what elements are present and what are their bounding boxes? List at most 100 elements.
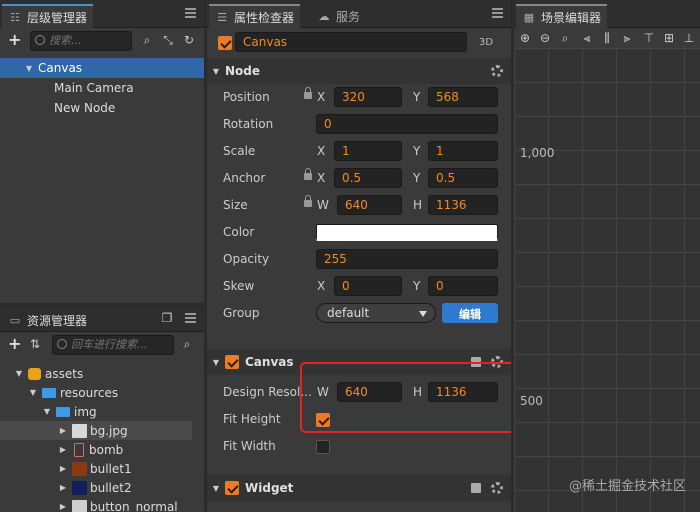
asset-assets[interactable]: ▼ assets: [0, 364, 204, 383]
assets-search[interactable]: [52, 335, 174, 355]
zoom-in-icon[interactable]: ⊕: [518, 31, 532, 45]
align-top-icon[interactable]: ⊤: [642, 31, 656, 45]
caret-down-icon[interactable]: ▼: [28, 388, 38, 397]
position-y-input[interactable]: 568: [428, 87, 498, 107]
zoom-out-icon[interactable]: ⊖: [538, 31, 552, 45]
align-middle-icon[interactable]: ⊞: [662, 31, 676, 45]
asset-label: bullet1: [90, 461, 132, 476]
fit-height-label: Fit Height: [223, 412, 281, 426]
group-select[interactable]: default: [316, 303, 436, 323]
skew-x-input[interactable]: 0: [334, 276, 402, 296]
refresh-icon[interactable]: ↻: [182, 33, 196, 47]
widget-enabled-checkbox[interactable]: [225, 481, 239, 495]
mode-3d-toggle[interactable]: 3D: [479, 37, 493, 48]
asset-bomb[interactable]: ▶ bomb: [0, 440, 204, 459]
position-row: Position X 320 Y 568: [207, 84, 498, 111]
asset-resources[interactable]: ▼ resources: [0, 383, 204, 402]
hierarchy-search[interactable]: [30, 31, 132, 51]
assets-search-input[interactable]: [71, 338, 167, 351]
search-icon[interactable]: ⌕: [180, 337, 194, 351]
size-w-input[interactable]: 640: [337, 195, 402, 215]
tree-node-main-camera[interactable]: Main Camera: [0, 78, 204, 98]
node-section-header[interactable]: ▼ Node: [207, 58, 511, 84]
tab-scene[interactable]: ▦ 场景编辑器: [516, 4, 608, 28]
tab-scene-label: 场景编辑器: [541, 10, 602, 25]
align-right-icon[interactable]: ⫸: [620, 31, 634, 45]
anchor-x-input[interactable]: 0.5: [334, 168, 402, 188]
align-bottom-icon[interactable]: ⊥: [682, 31, 696, 45]
lock-icon[interactable]: [304, 168, 312, 180]
caret-down-icon[interactable]: ▼: [14, 369, 24, 378]
tree-node-canvas[interactable]: ▼ Canvas: [0, 58, 204, 78]
widget-section-header[interactable]: ▼ Widget: [207, 475, 511, 501]
menu-icon[interactable]: [185, 8, 196, 18]
scene-viewport[interactable]: 1,000 500: [514, 48, 700, 512]
skew-y-input[interactable]: 0: [428, 276, 498, 296]
asset-img[interactable]: ▼ img: [0, 402, 204, 421]
caret-down-icon[interactable]: ▼: [24, 64, 34, 73]
edit-group-button[interactable]: 编辑: [442, 303, 498, 323]
asset-bullet1[interactable]: ▶ bullet1: [0, 459, 204, 478]
menu-icon[interactable]: [492, 8, 503, 18]
tab-services-label: 服务: [336, 9, 361, 24]
gear-icon[interactable]: [491, 65, 503, 77]
book-icon[interactable]: [471, 483, 481, 493]
scale-row: Scale X 1 Y 1: [207, 138, 498, 165]
align-center-icon[interactable]: ⫼: [600, 31, 614, 45]
ruler-label-1000: 1,000: [520, 146, 555, 160]
lock-icon[interactable]: [304, 195, 312, 207]
caret-right-icon[interactable]: ▶: [58, 445, 68, 454]
node-active-checkbox[interactable]: [218, 36, 232, 50]
add-asset-button[interactable]: +: [8, 336, 21, 352]
anchor-label: Anchor: [223, 171, 266, 185]
fit-width-checkbox[interactable]: [316, 440, 330, 454]
position-x-input[interactable]: 320: [334, 87, 402, 107]
tree-node-new-node[interactable]: New Node: [0, 98, 204, 118]
rotation-input[interactable]: 0: [316, 114, 498, 134]
lock-icon[interactable]: [304, 87, 312, 99]
tab-inspector[interactable]: ☰ 属性检查器: [209, 4, 301, 28]
anchor-y-input[interactable]: 0.5: [428, 168, 498, 188]
caret-right-icon[interactable]: ▶: [58, 426, 68, 435]
caret-down-icon[interactable]: ▼: [211, 67, 221, 76]
assets-tabbar: ▭ 资源管理器 ❐: [0, 306, 204, 332]
color-swatch[interactable]: [316, 224, 498, 241]
tab-hierarchy[interactable]: ☷ 层级管理器: [2, 4, 94, 28]
node-name-input[interactable]: Canvas: [235, 32, 467, 52]
menu-icon[interactable]: [185, 313, 196, 323]
gear-icon[interactable]: [491, 482, 503, 494]
widget-section-title: Widget: [245, 481, 294, 495]
tab-services[interactable]: ☁ 服务: [311, 4, 366, 28]
caret-right-icon[interactable]: ▶: [58, 502, 68, 511]
asset-bullet2[interactable]: ▶ bullet2: [0, 478, 204, 497]
collapse-icon[interactable]: ⤡: [161, 33, 175, 47]
align-left-icon[interactable]: ⫷: [580, 31, 594, 45]
popout-icon[interactable]: ❐: [160, 311, 174, 325]
image-thumbnail: [72, 461, 87, 476]
scale-y-input[interactable]: 1: [428, 141, 498, 161]
axis-x-label: X: [317, 90, 326, 104]
opacity-input[interactable]: 255: [316, 249, 498, 269]
asset-button-normal[interactable]: ▶ button_normal: [0, 497, 204, 512]
caret-right-icon[interactable]: ▶: [58, 464, 68, 473]
anchor-row: Anchor X 0.5 Y 0.5: [207, 165, 498, 192]
asset-bg-jpg[interactable]: ▶ bg.jpg: [0, 421, 192, 440]
scale-x-input[interactable]: 1: [334, 141, 402, 161]
caret-right-icon[interactable]: ▶: [58, 483, 68, 492]
size-row: Size W 640 H 1136: [207, 192, 498, 219]
add-node-button[interactable]: +: [8, 32, 21, 48]
canvas-enabled-checkbox[interactable]: [225, 355, 239, 369]
search-icon[interactable]: ⌕: [140, 33, 154, 47]
canvas-properties: Design Resol... W 640 H 1136 Fit Height …: [207, 362, 511, 475]
tab-assets[interactable]: ▭ 资源管理器: [2, 308, 93, 332]
size-h-input[interactable]: 1136: [428, 195, 498, 215]
position-label: Position: [223, 90, 270, 104]
sort-icon[interactable]: ⇅: [28, 337, 42, 351]
highlight-box: [300, 362, 511, 433]
caret-down-icon[interactable]: ▼: [211, 484, 221, 493]
caret-down-icon[interactable]: ▼: [211, 358, 221, 367]
hierarchy-search-input[interactable]: [49, 34, 125, 47]
caret-down-icon[interactable]: ▼: [42, 407, 52, 416]
rotation-row: Rotation 0: [207, 111, 498, 138]
zoom-reset-icon[interactable]: ⌕: [558, 31, 572, 45]
